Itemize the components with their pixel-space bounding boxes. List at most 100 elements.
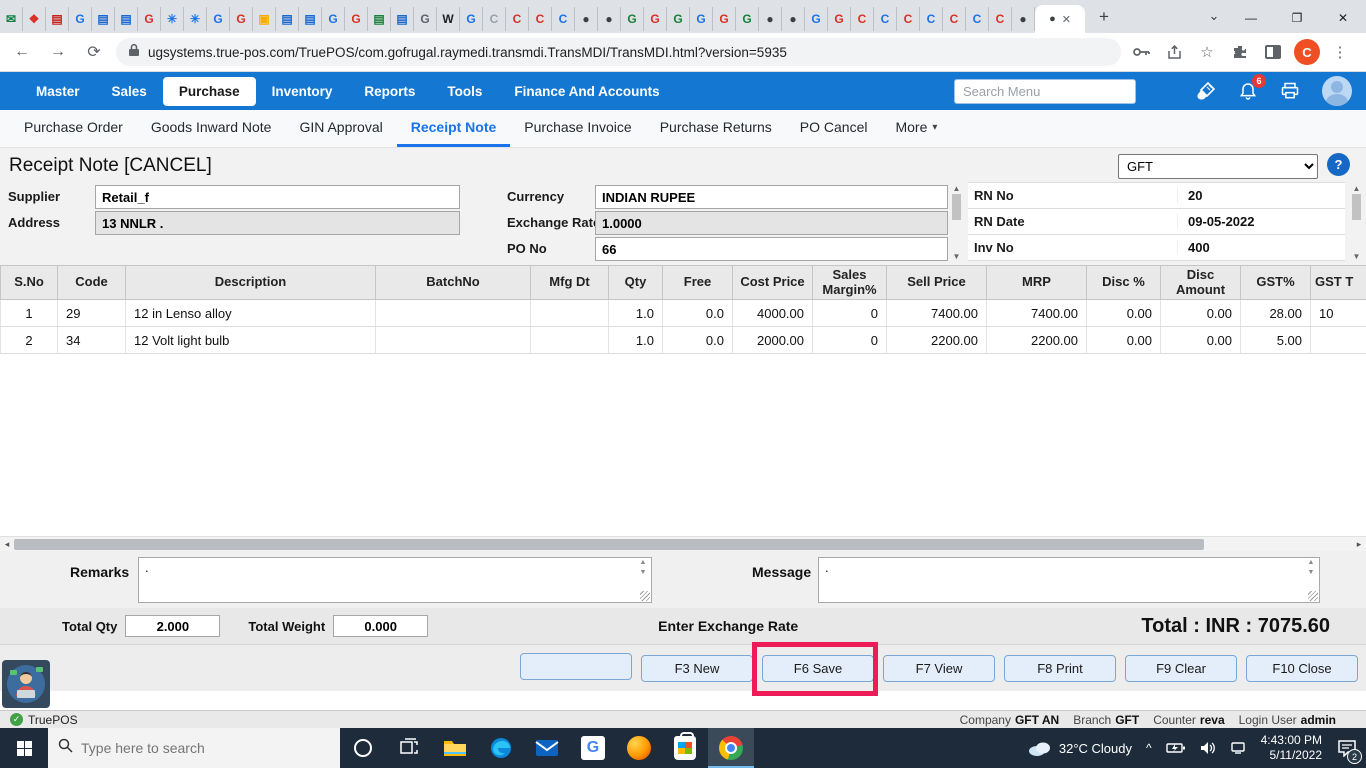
f6-save-button[interactable]: F6 Save (762, 655, 874, 682)
browser-tab[interactable]: ▤ (115, 7, 138, 31)
google-app-icon[interactable]: G (570, 728, 616, 768)
table-cell[interactable]: 2200.00 (987, 327, 1087, 354)
table-cell[interactable]: 0 (813, 300, 887, 327)
browser-tab[interactable]: G (345, 7, 368, 31)
table-cell[interactable]: 0.0 (663, 300, 733, 327)
nav-item-inventory[interactable]: Inventory (256, 77, 349, 106)
subnav-item-purchase-invoice[interactable]: Purchase Invoice (510, 110, 645, 147)
table-cell[interactable]: 1 (1, 300, 58, 327)
table-cell[interactable]: 0.00 (1087, 300, 1161, 327)
subnav-item-gin-approval[interactable]: GIN Approval (285, 110, 396, 147)
mail-icon[interactable] (524, 728, 570, 768)
browser-tab[interactable]: ❖ (23, 7, 46, 31)
browser-tab[interactable]: ✳ (184, 7, 207, 31)
reload-button[interactable]: ⟳ (80, 38, 108, 66)
scroll-up-icon[interactable]: ▲ (1353, 185, 1361, 193)
browser-tab[interactable]: C (989, 7, 1012, 31)
browser-tab[interactable]: ● (598, 7, 621, 31)
browser-tab[interactable]: C (506, 7, 529, 31)
column-header-disc[interactable]: Disc % (1087, 266, 1161, 300)
currency-input[interactable] (595, 185, 948, 209)
browser-tab[interactable]: G (322, 7, 345, 31)
browser-tab[interactable]: C (874, 7, 897, 31)
action-center-icon[interactable]: 2 (1332, 728, 1362, 768)
f8-print-button[interactable]: F8 Print (1004, 655, 1116, 682)
remarks-textarea[interactable]: . (138, 557, 652, 603)
battery-icon[interactable] (1161, 728, 1191, 768)
bookmark-star-icon[interactable]: ☆ (1194, 39, 1220, 65)
f7-view-button[interactable]: F7 View (883, 655, 995, 682)
column-header-code[interactable]: Code (58, 266, 126, 300)
total-weight-input[interactable] (333, 615, 428, 637)
f3-new-button[interactable]: F3 New (641, 655, 753, 682)
subnav-item-more[interactable]: More▾ (881, 110, 951, 147)
support-chat-avatar[interactable] (2, 660, 50, 708)
branch-select[interactable]: GFT (1118, 154, 1318, 179)
subnav-item-goods-inward-note[interactable]: Goods Inward Note (137, 110, 286, 147)
subnav-item-po-cancel[interactable]: PO Cancel (786, 110, 882, 147)
browser-tab[interactable]: C (966, 7, 989, 31)
supplier-input[interactable] (95, 185, 460, 209)
column-header-mfg-dt[interactable]: Mfg Dt (531, 266, 609, 300)
table-cell[interactable]: 0.0 (663, 327, 733, 354)
browser-tab[interactable]: G (736, 7, 759, 31)
form-mini-scrollbar-right[interactable]: ▲ ▼ (1350, 184, 1363, 262)
start-button[interactable] (0, 728, 48, 768)
table-cell[interactable]: 12 Volt light bulb (126, 327, 376, 354)
form-mini-scrollbar-left[interactable]: ▲ ▼ (950, 184, 963, 262)
empty-button[interactable] (520, 653, 632, 680)
column-header-batchno[interactable]: BatchNo (376, 266, 531, 300)
subnav-item-purchase-returns[interactable]: Purchase Returns (646, 110, 786, 147)
column-header-mrp[interactable]: MRP (987, 266, 1087, 300)
share-icon[interactable] (1161, 39, 1187, 65)
browser-tab[interactable]: C (529, 7, 552, 31)
message-textarea[interactable]: . (818, 557, 1320, 603)
browser-tab[interactable]: G (230, 7, 253, 31)
browser-tab[interactable]: G (414, 7, 437, 31)
table-cell[interactable]: 28.00 (1241, 300, 1311, 327)
message-resize-grip[interactable] (1308, 591, 1318, 601)
browser-tab[interactable]: C (552, 7, 575, 31)
browser-tab[interactable]: ▤ (46, 7, 69, 31)
scroll-down-icon[interactable]: ▼ (953, 253, 961, 261)
user-profile-avatar[interactable] (1322, 76, 1352, 106)
horizontal-scroll-thumb[interactable] (14, 539, 1204, 550)
table-cell[interactable] (1311, 327, 1366, 354)
password-key-icon[interactable] (1128, 39, 1154, 65)
column-header-qty[interactable]: Qty (609, 266, 663, 300)
tab-close-icon[interactable]: ✕ (1062, 13, 1071, 26)
theme-brush-icon[interactable] (1196, 81, 1216, 101)
browser-tab[interactable]: ▤ (391, 7, 414, 31)
browser-tab[interactable]: ● (575, 7, 598, 31)
scroll-thumb[interactable] (952, 194, 961, 220)
browser-tab[interactable]: ▤ (92, 7, 115, 31)
table-cell[interactable]: 7400.00 (987, 300, 1087, 327)
microsoft-store-icon[interactable] (662, 728, 708, 768)
table-cell[interactable]: 1.0 (609, 300, 663, 327)
table-cell[interactable] (376, 300, 531, 327)
table-cell[interactable] (376, 327, 531, 354)
taskbar-search-input[interactable] (81, 740, 301, 756)
notifications-bell-icon[interactable]: 6 (1238, 81, 1258, 102)
column-header-s-no[interactable]: S.No (1, 266, 58, 300)
browser-tab[interactable]: G (805, 7, 828, 31)
tab-search-chevron-icon[interactable]: ⌄ (1200, 2, 1228, 30)
table-cell[interactable]: 2000.00 (733, 327, 813, 354)
table-cell[interactable] (531, 300, 609, 327)
total-qty-input[interactable] (125, 615, 220, 637)
table-cell[interactable]: 34 (58, 327, 126, 354)
network-tray-icon[interactable] (1225, 728, 1251, 768)
task-view-icon[interactable] (386, 728, 432, 768)
remarks-resize-grip[interactable] (640, 591, 650, 601)
forward-button[interactable]: → (44, 38, 72, 66)
edge-icon[interactable] (478, 728, 524, 768)
column-header-free[interactable]: Free (663, 266, 733, 300)
table-cell[interactable]: 0.00 (1161, 300, 1241, 327)
chrome-icon[interactable] (708, 728, 754, 768)
browser-tab[interactable]: ✉ (0, 7, 23, 31)
column-header-disc-amount[interactable]: Disc Amount (1161, 266, 1241, 300)
table-cell[interactable]: 4000.00 (733, 300, 813, 327)
scroll-right-icon[interactable]: ▸ (1352, 539, 1366, 550)
browser-tab[interactable]: G (690, 7, 713, 31)
column-header-sell-price[interactable]: Sell Price (887, 266, 987, 300)
